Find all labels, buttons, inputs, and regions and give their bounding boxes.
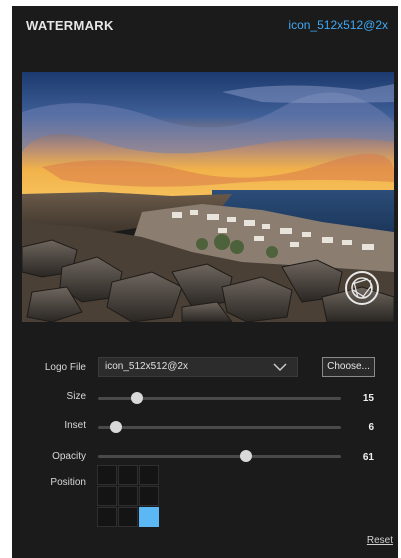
size-label: Size bbox=[66, 391, 86, 402]
position-cell-top-right[interactable] bbox=[139, 465, 159, 485]
panel-title: WATERMARK bbox=[26, 18, 114, 33]
position-label: Position bbox=[50, 477, 86, 488]
position-cell-bottom-left[interactable] bbox=[97, 507, 117, 527]
position-cell-top-center[interactable] bbox=[118, 465, 138, 485]
opacity-slider[interactable] bbox=[98, 450, 341, 462]
position-cell-center[interactable] bbox=[118, 486, 138, 506]
inset-slider-thumb[interactable] bbox=[110, 421, 123, 433]
preview-image bbox=[22, 72, 394, 322]
position-cell-bottom-right[interactable] bbox=[139, 507, 159, 527]
size-slider-thumb[interactable] bbox=[130, 392, 143, 404]
opacity-label: Opacity bbox=[52, 451, 86, 462]
logo-file-value: icon_512x512@2x bbox=[105, 361, 188, 372]
inset-value: 6 bbox=[368, 422, 374, 433]
size-slider[interactable] bbox=[98, 392, 341, 404]
inset-slider[interactable] bbox=[98, 421, 341, 433]
position-cell-top-left[interactable] bbox=[97, 465, 117, 485]
current-logo-name: icon_512x512@2x bbox=[288, 18, 388, 32]
choose-button[interactable]: Choose... bbox=[322, 357, 375, 377]
reset-link[interactable]: Reset bbox=[367, 535, 393, 546]
aperture-icon bbox=[345, 271, 379, 305]
inset-slider-track bbox=[98, 426, 341, 429]
position-cell-middle-left[interactable] bbox=[97, 486, 117, 506]
opacity-value: 61 bbox=[362, 452, 374, 463]
chevron-down-icon bbox=[273, 363, 287, 371]
logo-file-select[interactable]: icon_512x512@2x bbox=[98, 357, 298, 377]
size-value: 15 bbox=[362, 393, 374, 404]
position-cell-bottom-center[interactable] bbox=[118, 507, 138, 527]
position-cell-middle-right[interactable] bbox=[139, 486, 159, 506]
position-grid bbox=[97, 465, 159, 527]
logo-file-label: Logo File bbox=[44, 362, 86, 373]
opacity-slider-thumb[interactable] bbox=[240, 450, 253, 462]
inset-label: Inset bbox=[64, 420, 86, 431]
watermark-panel: WATERMARK icon_512x512@2x bbox=[12, 6, 398, 558]
opacity-slider-track bbox=[98, 455, 341, 458]
